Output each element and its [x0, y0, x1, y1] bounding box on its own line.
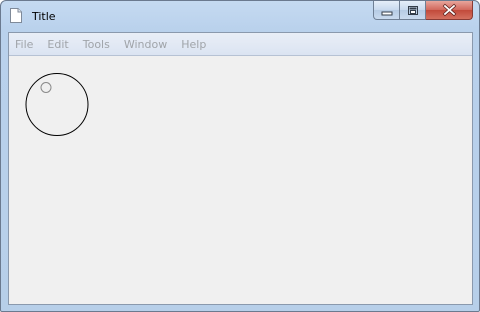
maximize-button[interactable] — [400, 1, 426, 20]
menu-file[interactable]: File — [9, 34, 40, 55]
document-icon — [10, 8, 22, 23]
maximize-icon — [408, 6, 418, 15]
application-window: Title File Edit Tools Window Help — [0, 0, 480, 312]
client-area: File Edit Tools Window Help — [8, 32, 473, 305]
menu-help[interactable]: Help — [174, 34, 213, 55]
close-icon — [442, 3, 457, 17]
canvas-drawing — [25, 73, 89, 136]
menu-tools[interactable]: Tools — [76, 34, 117, 55]
menu-edit[interactable]: Edit — [40, 34, 75, 55]
drawing-canvas[interactable] — [9, 56, 472, 304]
caption-buttons — [373, 1, 473, 21]
menu-window[interactable]: Window — [117, 34, 174, 55]
minimize-button[interactable] — [373, 1, 400, 20]
window-title: Title — [32, 10, 56, 23]
small-circle — [40, 82, 52, 93]
large-circle — [25, 73, 89, 136]
minimize-icon — [381, 11, 393, 16]
close-button[interactable] — [426, 1, 473, 20]
menu-bar: File Edit Tools Window Help — [9, 33, 472, 56]
title-bar[interactable]: Title — [1, 1, 479, 31]
